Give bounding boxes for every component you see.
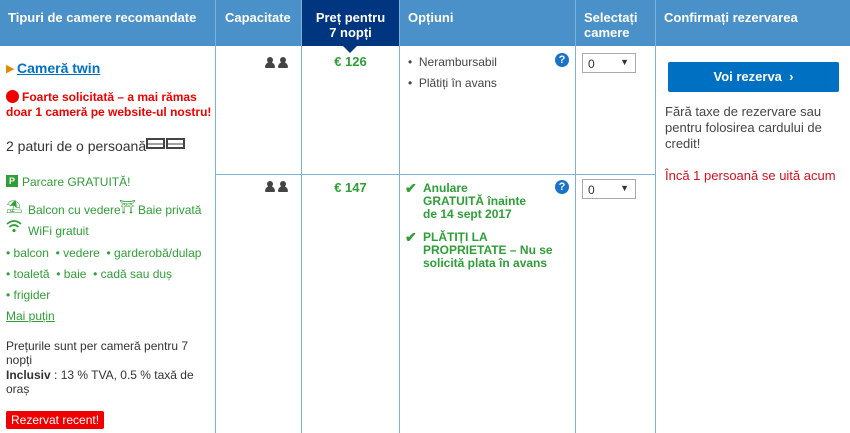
dropdown-arrow-icon: ▼ bbox=[620, 57, 629, 67]
amenity: baie bbox=[63, 267, 87, 281]
row-divider bbox=[215, 174, 655, 175]
beds-info: 2 paturi de o persoană bbox=[6, 138, 147, 154]
selected-value: 0 bbox=[588, 57, 595, 71]
note-line: credit! bbox=[665, 136, 701, 151]
selected-value: 0 bbox=[588, 183, 595, 197]
header-room-types: Tipuri de camere recomandate bbox=[8, 10, 197, 25]
scarcity-alert-line1: Foarte solicitată – a mai rămas bbox=[22, 90, 197, 104]
offer1-option-prepay: • Plătiți în avans bbox=[408, 76, 497, 90]
header-select: Selectați camere bbox=[584, 10, 637, 56]
capacity-two-adults-icon bbox=[264, 56, 290, 71]
amenity: toaletă bbox=[13, 267, 50, 281]
private-bath-info: Baie privată bbox=[138, 203, 202, 217]
reserve-button-label: Voi rezerva bbox=[713, 69, 782, 84]
shower-icon: ⛩ bbox=[119, 199, 136, 214]
amenity: frigider bbox=[13, 288, 51, 302]
alert-dot-icon bbox=[6, 90, 19, 103]
scarcity-alert-line2: doar 1 cameră pe website-ul nostru! bbox=[6, 105, 212, 119]
offer2-free-cancellation: Anulare GRATUITĂ înainte de 14 sept 2017 bbox=[423, 182, 526, 221]
offer1-help-icon[interactable]: ? bbox=[555, 53, 569, 67]
header-capacity: Capacitate bbox=[225, 10, 291, 25]
reserve-button[interactable]: Voi rezerva › bbox=[668, 62, 839, 92]
option-text: Nerambursabil bbox=[418, 55, 497, 69]
amenity: vedere bbox=[63, 246, 100, 260]
col-divider bbox=[215, 0, 216, 433]
wifi-icon bbox=[6, 219, 22, 236]
offer1-option-nonrefundable: • Nerambursabil bbox=[408, 55, 497, 69]
option-line: de 14 sept 2017 bbox=[423, 207, 512, 221]
inclusive-text: : 13 % TVA, 0.5 % taxă de bbox=[50, 368, 194, 382]
parking-icon: P bbox=[6, 175, 18, 187]
chevron-right-icon: › bbox=[789, 69, 794, 84]
inclusive-text-line2: oraș bbox=[6, 382, 30, 396]
balcony-view-info: Balcon cu vedere bbox=[28, 203, 121, 217]
col-divider bbox=[575, 0, 576, 433]
check-icon: ✔ bbox=[405, 229, 417, 245]
inclusive-label: Inclusiv bbox=[6, 368, 51, 382]
people-watching-note: Încă 1 persoană se uită acum bbox=[665, 168, 836, 183]
col-divider bbox=[399, 0, 400, 433]
amenities-line2: • toaletă • baie • cadă sau duș bbox=[6, 267, 173, 281]
recently-booked-badge: Rezervat recent! bbox=[6, 411, 105, 429]
header-price[interactable]: Preț pentru 7 nopți bbox=[302, 10, 399, 56]
header-price-line2: 7 nopți bbox=[329, 25, 372, 40]
amenity: balcon bbox=[13, 246, 49, 260]
offer2-price: € 147 bbox=[334, 180, 367, 195]
amenities-line1: • balcon • vedere • garderobă/dulap bbox=[6, 246, 202, 260]
option-line: solicită plata în avans bbox=[423, 256, 548, 270]
header-price-line1: Preț pentru bbox=[315, 10, 386, 25]
check-icon: ✔ bbox=[405, 180, 417, 196]
note-line: pentru folosirea cardului de bbox=[665, 120, 822, 135]
amenity: garderobă/dulap bbox=[114, 246, 202, 260]
show-less-link[interactable]: Mai puțin bbox=[6, 309, 55, 323]
dropdown-arrow-icon: ▼ bbox=[620, 183, 629, 193]
balcony-icon: ⛱ bbox=[6, 199, 23, 214]
offer1-room-select[interactable]: 0 ▼ bbox=[582, 53, 636, 73]
header-select-line2: camere bbox=[584, 25, 630, 40]
offer2-help-icon[interactable]: ? bbox=[555, 180, 569, 194]
offer2-room-select[interactable]: 0 ▼ bbox=[582, 179, 636, 199]
parking-info: Parcare GRATUITĂ! bbox=[22, 175, 131, 189]
col-divider bbox=[655, 0, 656, 433]
no-fees-note: Fără taxe de rezervare sau pentru folosi… bbox=[665, 104, 822, 152]
price-note-line2: nopți bbox=[6, 353, 33, 367]
price-note-line1: Prețurile sunt per cameră pentru 7 bbox=[6, 339, 189, 353]
room-name-link[interactable]: Cameră twin bbox=[17, 60, 100, 76]
offer1-price: € 126 bbox=[334, 54, 367, 69]
amenities-line3: • frigider bbox=[6, 288, 51, 302]
wifi-info: WiFi gratuit bbox=[28, 224, 89, 238]
option-text: Plătiți în avans bbox=[418, 76, 497, 90]
offer2-pay-at-property: PLĂTIȚI LA PROPRIETATE – Nu se solicită … bbox=[423, 231, 553, 270]
capacity-two-adults-icon bbox=[264, 180, 290, 195]
header-options: Opțiuni bbox=[408, 10, 454, 25]
inclusive-note: Inclusiv : 13 % TVA, 0.5 % taxă de bbox=[6, 368, 194, 382]
header-select-line1: Selectați bbox=[584, 10, 638, 25]
header-confirm: Confirmați rezervarea bbox=[664, 10, 798, 25]
bed-icon bbox=[146, 136, 186, 155]
note-line: Fără taxe de rezervare sau bbox=[665, 104, 822, 119]
amenity: cadă sau duș bbox=[100, 267, 173, 281]
caret-icon: ▶ bbox=[6, 63, 15, 75]
